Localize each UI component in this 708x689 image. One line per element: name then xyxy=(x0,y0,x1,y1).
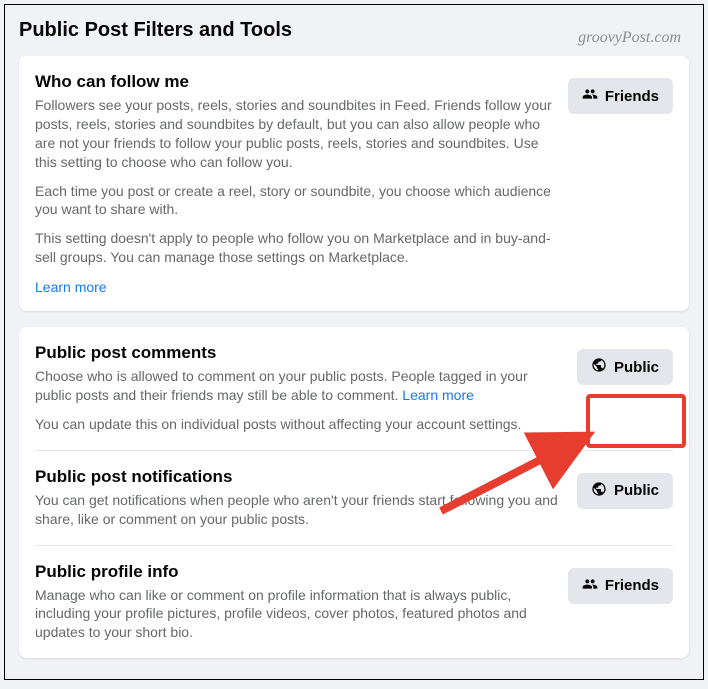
public-profile-info-value-label: Friends xyxy=(605,577,659,594)
public-profile-info-title: Public profile info xyxy=(35,562,554,582)
public-post-comments-learn-more-link[interactable]: Learn more xyxy=(402,387,474,403)
public-post-notifications-title: Public post notifications xyxy=(35,467,563,487)
who-can-follow-desc2: Each time you post or create a reel, sto… xyxy=(35,182,554,220)
card-public-settings: Public post comments Choose who is allow… xyxy=(19,327,689,658)
friends-icon xyxy=(582,576,598,596)
who-can-follow-desc1: Followers see your posts, reels, stories… xyxy=(35,96,554,172)
public-post-comments-desc2: You can update this on individual posts … xyxy=(35,415,563,434)
globe-icon xyxy=(591,481,607,501)
public-post-comments-title: Public post comments xyxy=(35,343,563,363)
public-post-comments-value-button[interactable]: Public xyxy=(577,349,673,385)
who-can-follow-desc3: This setting doesn't apply to people who… xyxy=(35,229,554,267)
card-who-can-follow: Who can follow me Followers see your pos… xyxy=(19,56,689,311)
globe-icon xyxy=(591,357,607,377)
public-post-notifications-value-label: Public xyxy=(614,482,659,499)
public-post-notifications-value-button[interactable]: Public xyxy=(577,473,673,509)
public-post-notifications-desc: You can get notifications when people wh… xyxy=(35,491,563,529)
public-post-comments-desc: Choose who is allowed to comment on your… xyxy=(35,367,563,405)
row-public-post-notifications: Public post notifications You can get no… xyxy=(35,450,673,529)
public-profile-info-desc: Manage who can like or comment on profil… xyxy=(35,586,554,643)
public-profile-info-value-button[interactable]: Friends xyxy=(568,568,673,604)
who-can-follow-value-label: Friends xyxy=(605,88,659,105)
friends-icon xyxy=(582,86,598,106)
public-post-comments-value-label: Public xyxy=(614,359,659,376)
watermark: groovyPost.com xyxy=(578,29,681,47)
who-can-follow-value-button[interactable]: Friends xyxy=(568,78,673,114)
who-can-follow-learn-more-link[interactable]: Learn more xyxy=(35,279,554,295)
row-public-post-comments: Public post comments Choose who is allow… xyxy=(35,343,673,434)
row-public-profile-info: Public profile info Manage who can like … xyxy=(35,545,673,643)
who-can-follow-title: Who can follow me xyxy=(35,72,554,92)
